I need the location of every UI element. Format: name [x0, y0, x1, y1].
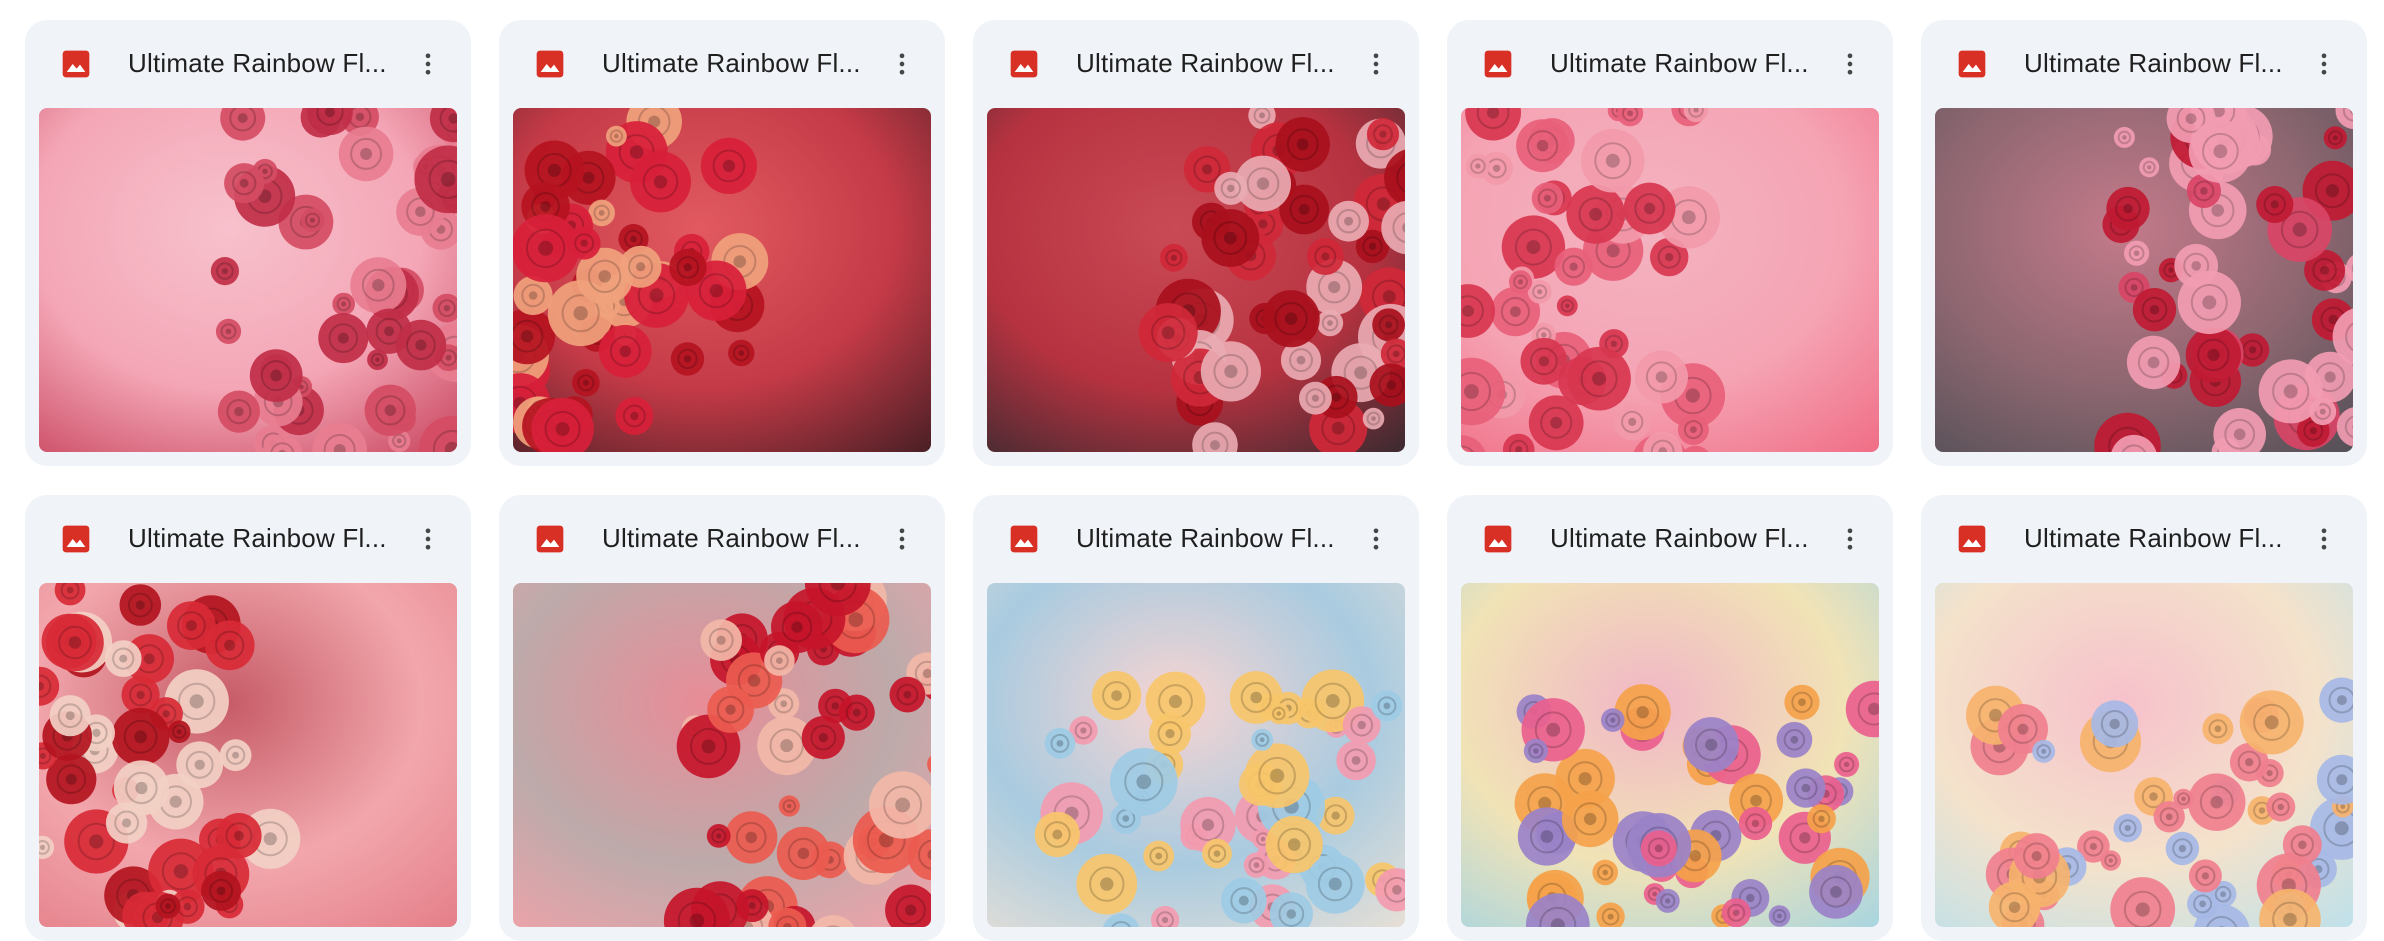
more-vert-icon — [2310, 50, 2338, 78]
file-title[interactable]: Ultimate Rainbow Fl... — [128, 20, 387, 107]
file-card-header: Ultimate Rainbow Fl... — [513, 20, 931, 107]
file-card[interactable]: Ultimate Rainbow Fl... — [1921, 495, 2367, 941]
file-title[interactable]: Ultimate Rainbow Fl... — [602, 495, 861, 582]
file-card-header: Ultimate Rainbow Fl... — [1461, 495, 1879, 582]
more-vert-icon — [414, 525, 442, 553]
more-options-button[interactable] — [2300, 40, 2348, 88]
file-card-header: Ultimate Rainbow Fl... — [987, 495, 1405, 582]
file-card[interactable]: Ultimate Rainbow Fl... — [973, 20, 1419, 466]
file-card[interactable]: Ultimate Rainbow Fl... — [25, 495, 471, 941]
file-card-header: Ultimate Rainbow Fl... — [987, 20, 1405, 107]
file-title[interactable]: Ultimate Rainbow Fl... — [1550, 20, 1809, 107]
more-vert-icon — [1362, 525, 1390, 553]
image-preview[interactable] — [1461, 583, 1879, 927]
file-title[interactable]: Ultimate Rainbow Fl... — [1550, 495, 1809, 582]
file-card[interactable]: Ultimate Rainbow Fl... — [1447, 495, 1893, 941]
image-file-icon — [1482, 48, 1514, 80]
file-title[interactable]: Ultimate Rainbow Fl... — [2024, 495, 2283, 582]
file-card[interactable]: Ultimate Rainbow Fl... — [499, 495, 945, 941]
more-vert-icon — [2310, 525, 2338, 553]
more-options-button[interactable] — [1352, 515, 1400, 563]
image-file-icon — [1482, 523, 1514, 555]
image-preview[interactable] — [513, 108, 931, 452]
more-vert-icon — [1362, 50, 1390, 78]
file-card-header: Ultimate Rainbow Fl... — [513, 495, 931, 582]
more-options-button[interactable] — [2300, 515, 2348, 563]
file-title[interactable]: Ultimate Rainbow Fl... — [2024, 20, 2283, 107]
image-file-icon — [60, 48, 92, 80]
image-file-icon — [1008, 523, 1040, 555]
more-options-button[interactable] — [878, 515, 926, 563]
image-preview[interactable] — [1935, 108, 2353, 452]
image-preview[interactable] — [987, 583, 1405, 927]
file-card[interactable]: Ultimate Rainbow Fl... — [973, 495, 1419, 941]
file-title[interactable]: Ultimate Rainbow Fl... — [1076, 495, 1335, 582]
file-card-header: Ultimate Rainbow Fl... — [39, 20, 457, 107]
file-title[interactable]: Ultimate Rainbow Fl... — [602, 20, 861, 107]
more-vert-icon — [1836, 525, 1864, 553]
file-card[interactable]: Ultimate Rainbow Fl... — [1447, 20, 1893, 466]
image-file-icon — [534, 523, 566, 555]
file-card-header: Ultimate Rainbow Fl... — [39, 495, 457, 582]
image-file-icon — [534, 48, 566, 80]
more-options-button[interactable] — [878, 40, 926, 88]
image-preview[interactable] — [987, 108, 1405, 452]
more-options-button[interactable] — [1826, 515, 1874, 563]
more-options-button[interactable] — [1826, 40, 1874, 88]
file-card[interactable]: Ultimate Rainbow Fl... — [499, 20, 945, 466]
more-vert-icon — [888, 525, 916, 553]
more-options-button[interactable] — [404, 515, 452, 563]
file-card-header: Ultimate Rainbow Fl... — [1935, 495, 2353, 582]
file-card-header: Ultimate Rainbow Fl... — [1935, 20, 2353, 107]
more-vert-icon — [414, 50, 442, 78]
image-file-icon — [1008, 48, 1040, 80]
file-grid: Ultimate Rainbow Fl... Ultimate Rainbow F… — [25, 20, 2367, 941]
file-title[interactable]: Ultimate Rainbow Fl... — [1076, 20, 1335, 107]
file-card[interactable]: Ultimate Rainbow Fl... — [25, 20, 471, 466]
more-options-button[interactable] — [1352, 40, 1400, 88]
image-preview[interactable] — [1935, 583, 2353, 927]
more-vert-icon — [888, 50, 916, 78]
file-title[interactable]: Ultimate Rainbow Fl... — [128, 495, 387, 582]
image-preview[interactable] — [39, 108, 457, 452]
file-card-header: Ultimate Rainbow Fl... — [1461, 20, 1879, 107]
image-file-icon — [60, 523, 92, 555]
image-preview[interactable] — [1461, 108, 1879, 452]
image-preview[interactable] — [39, 583, 457, 927]
file-card[interactable]: Ultimate Rainbow Fl... — [1921, 20, 2367, 466]
more-vert-icon — [1836, 50, 1864, 78]
image-preview[interactable] — [513, 583, 931, 927]
image-file-icon — [1956, 48, 1988, 80]
more-options-button[interactable] — [404, 40, 452, 88]
image-file-icon — [1956, 523, 1988, 555]
